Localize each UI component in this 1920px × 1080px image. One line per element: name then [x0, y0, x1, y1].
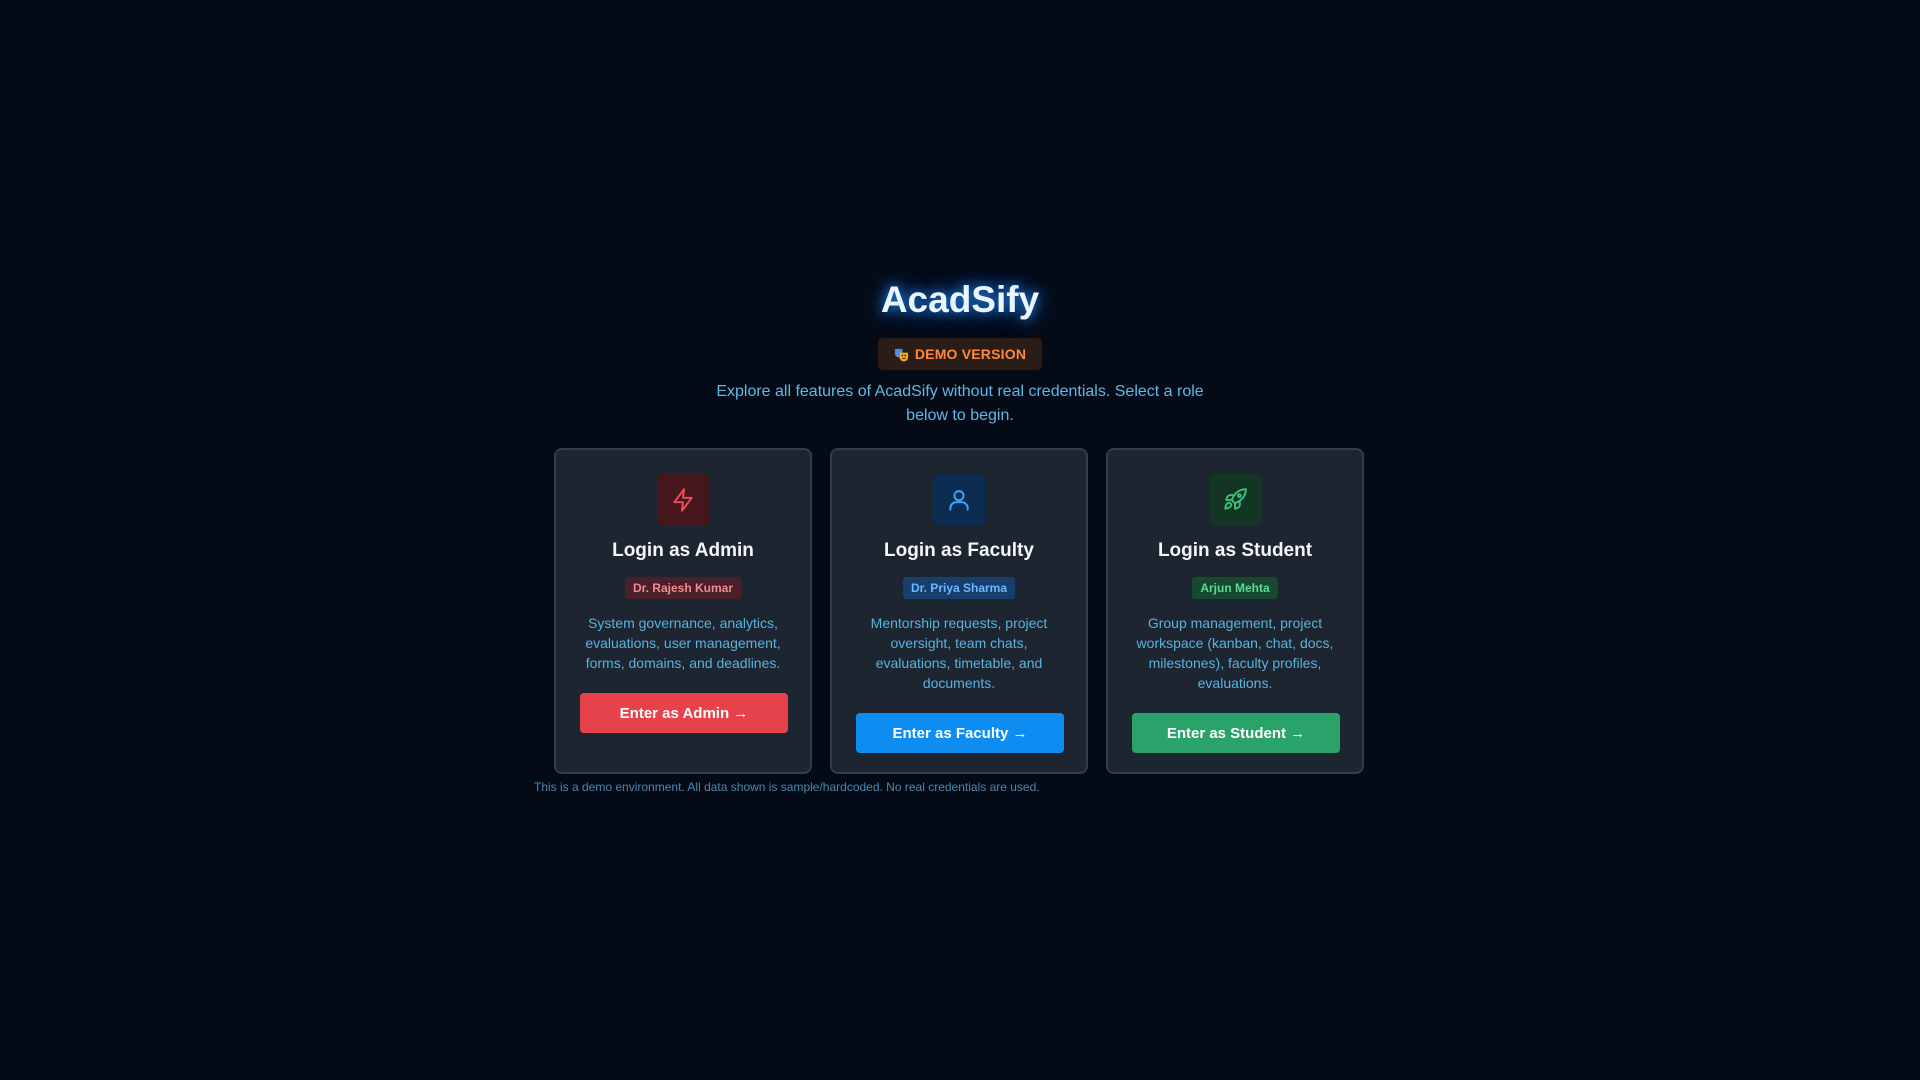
app-title: AcadSify [880, 279, 1040, 320]
lightning-bolt-icon [657, 474, 709, 526]
hero-header: AcadSify DEMO VERSION Explore all featur… [0, 270, 1920, 428]
role-cards: Login as Admin Dr. Rajesh Kumar System g… [554, 448, 1364, 774]
demo-badge-label: DEMO VERSION [914, 346, 1027, 362]
student-role-card: Login as Student Arjun Mehta Group manag… [1106, 448, 1364, 774]
admin-description: System governance, analytics, evaluation… [585, 615, 781, 671]
faculty-user-badge: Dr. Priya Sharma [902, 577, 1016, 599]
rocket-icon [1209, 474, 1261, 526]
page-subtitle: Explore all features of AcadSify without… [716, 383, 1204, 424]
demo-login-page: AcadSify DEMO VERSION Explore all featur… [0, 0, 1920, 1080]
admin-role-card: Login as Admin Dr. Rajesh Kumar System g… [554, 448, 812, 774]
student-user-badge: Arjun Mehta [1192, 577, 1278, 599]
faculty-card-title: Login as Faculty [884, 540, 1034, 561]
demo-disclaimer: This is a demo environment. All data sho… [534, 780, 1040, 794]
demo-version-badge: DEMO VERSION [877, 338, 1043, 370]
theater-masks-icon [894, 347, 909, 362]
student-description: Group management, project workspace (kan… [1136, 615, 1334, 691]
admin-card-title: Login as Admin [612, 540, 754, 561]
enter-as-student-button[interactable]: Enter as Student → [1132, 713, 1340, 753]
user-icon [933, 474, 985, 526]
enter-as-faculty-button[interactable]: Enter as Faculty → [856, 713, 1064, 753]
faculty-role-card: Login as Faculty Dr. Priya Sharma Mentor… [830, 448, 1088, 774]
enter-as-admin-button[interactable]: Enter as Admin → [580, 693, 788, 733]
faculty-description: Mentorship requests, project oversight, … [870, 615, 1048, 691]
admin-user-badge: Dr. Rajesh Kumar [624, 577, 742, 599]
student-card-title: Login as Student [1157, 540, 1313, 561]
